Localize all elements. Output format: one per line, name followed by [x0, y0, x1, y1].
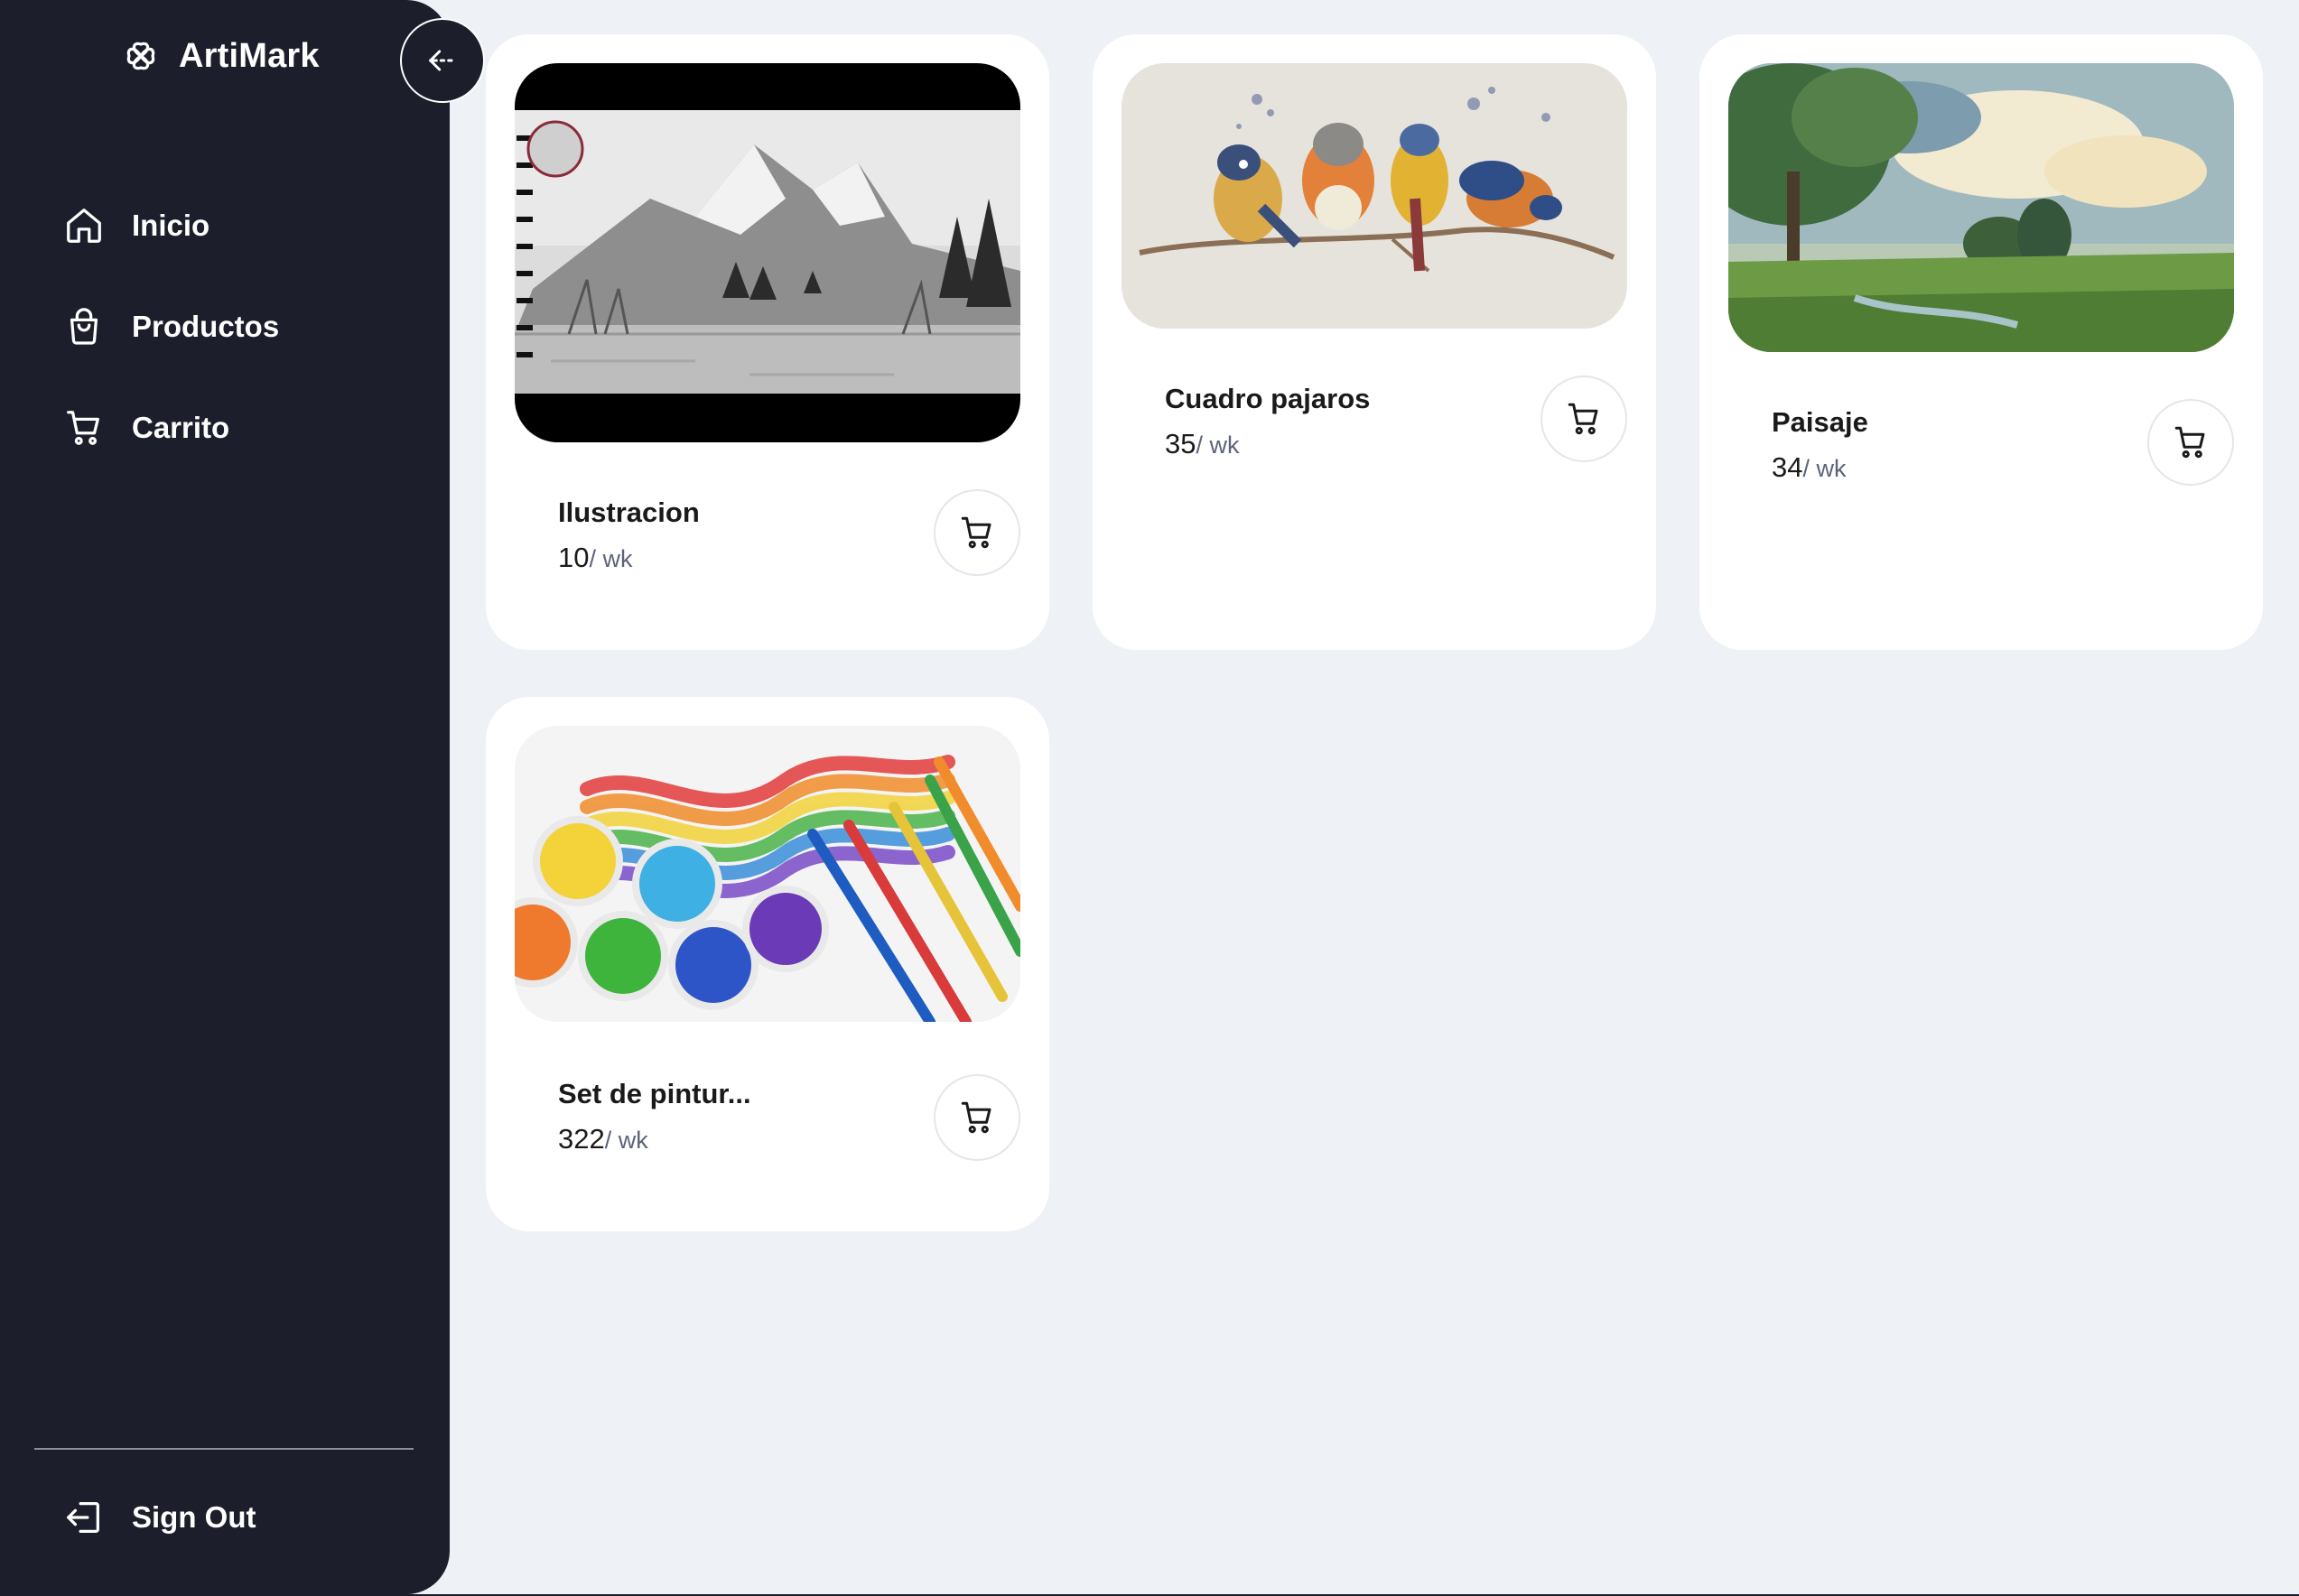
brand[interactable]: ArtiMark — [121, 36, 320, 76]
price-unit: / wk — [589, 545, 633, 572]
home-icon — [67, 209, 101, 243]
sidebar-item-label: Carrito — [132, 411, 230, 444]
sidebar-item-carrito[interactable]: Carrito — [63, 403, 279, 453]
price-value: 35 — [1165, 428, 1196, 459]
cart-icon — [961, 516, 991, 549]
product-card[interactable]: Set de pintur... 322/ wk — [486, 697, 1049, 1231]
arrow-left-icon — [429, 50, 453, 71]
price-unit: / wk — [604, 1127, 648, 1154]
cart-icon — [1568, 403, 1598, 435]
collapse-sidebar-button[interactable] — [400, 18, 485, 103]
product-title: Ilustracion — [558, 496, 700, 528]
product-title: Paisaje — [1772, 406, 1868, 438]
product-image — [515, 63, 1020, 442]
sidebar-item-productos[interactable]: Productos — [63, 302, 279, 352]
sidebar-item-label: Productos — [132, 310, 280, 343]
price-unit: / wk — [1802, 455, 1847, 482]
price-unit: / wk — [1196, 431, 1240, 459]
add-to-cart-button[interactable] — [2147, 399, 2234, 486]
sidebar-divider — [34, 1448, 414, 1450]
product-price: 35/ wk — [1165, 428, 1240, 460]
product-price: 34/ wk — [1772, 451, 1847, 484]
sign-out-button[interactable]: Sign Out — [63, 1497, 256, 1538]
add-to-cart-button[interactable] — [934, 489, 1020, 576]
clover-logo-icon — [126, 42, 155, 70]
price-value: 322 — [558, 1123, 605, 1155]
cart-icon — [67, 411, 99, 445]
logout-icon — [67, 1502, 99, 1533]
product-card[interactable]: Ilustracion 10/ wk — [486, 34, 1049, 650]
product-title: Cuadro pajaros — [1165, 383, 1371, 414]
product-price: 322/ wk — [558, 1123, 648, 1155]
add-to-cart-button[interactable] — [1540, 376, 1627, 462]
product-image — [1728, 63, 2234, 352]
sidebar-item-inicio[interactable]: Inicio — [63, 200, 279, 251]
shopping-bag-icon — [70, 308, 98, 345]
price-value: 10 — [558, 542, 590, 573]
product-card[interactable]: Cuadro pajaros 35/ wk — [1093, 34, 1656, 650]
price-value: 34 — [1772, 451, 1803, 483]
add-to-cart-button[interactable] — [934, 1074, 1020, 1161]
sidebar: ArtiMark Inicio Productos Carrito Sign O… — [0, 0, 450, 1594]
cart-icon — [961, 1101, 991, 1134]
product-title: Set de pintur... — [558, 1078, 751, 1109]
product-card[interactable]: Paisaje 34/ wk — [1699, 34, 2263, 650]
product-image — [515, 726, 1020, 1022]
sidebar-nav: Inicio Productos Carrito — [63, 200, 279, 504]
product-image — [1122, 63, 1627, 329]
brand-name: ArtiMark — [179, 36, 320, 75]
cart-icon — [2174, 426, 2205, 459]
product-price: 10/ wk — [558, 542, 633, 574]
sign-out-label: Sign Out — [132, 1500, 256, 1534]
sidebar-item-label: Inicio — [132, 209, 210, 242]
